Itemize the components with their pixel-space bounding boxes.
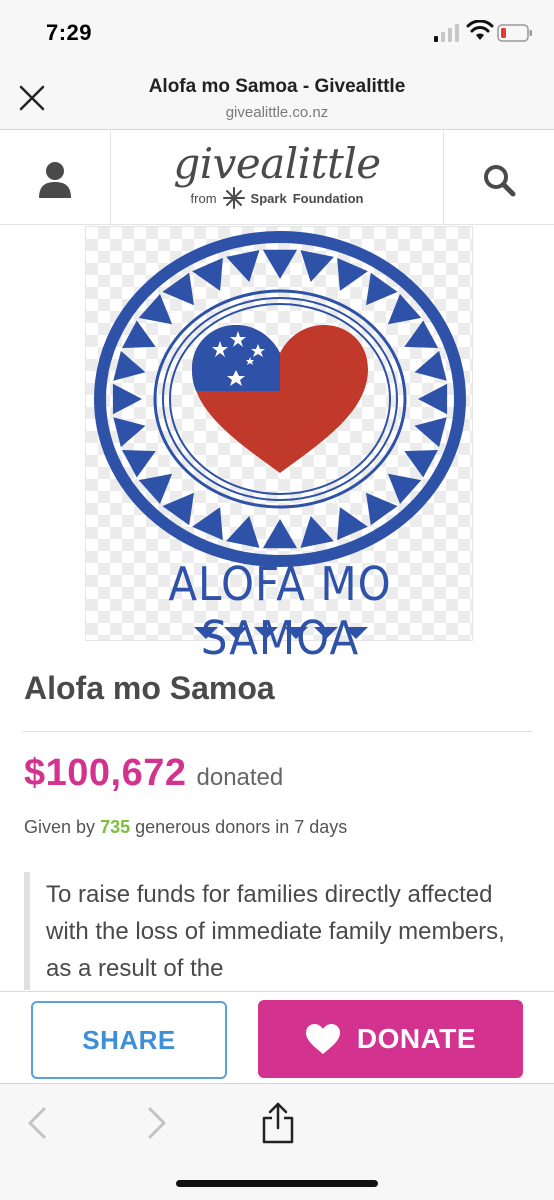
emblem-triangle <box>404 450 438 478</box>
title-divider <box>22 731 532 732</box>
browser-page-title: Alofa mo Samoa - Givealittle <box>148 76 406 97</box>
donated-label: donated <box>196 764 284 791</box>
forward-chevron-icon[interactable] <box>142 1106 170 1140</box>
logo-sponsor: Spark <box>250 190 287 206</box>
donors-summary: Given by 735 generous donors in 7 days <box>24 817 347 838</box>
donors-count: 735 <box>100 817 131 837</box>
emblem-triangle <box>226 250 260 282</box>
search-icon <box>484 165 516 197</box>
emblem-triangle <box>300 516 334 548</box>
user-icon <box>39 162 71 198</box>
browser-header: Alofa mo Samoa - Givealittle givealittle… <box>0 66 554 130</box>
emblem-triangle <box>122 320 156 348</box>
site-header: givealittle from Spark Foundation <box>0 131 554 225</box>
emblem-triangle <box>226 516 260 548</box>
share-label: SHARE <box>82 1024 176 1055</box>
campaign-title: Alofa mo Samoa <box>24 670 275 706</box>
emblem-triangle <box>418 383 448 415</box>
back-chevron-icon[interactable] <box>24 1106 52 1140</box>
emblem-triangle <box>112 383 142 415</box>
account-button[interactable] <box>30 155 80 205</box>
action-bar: SHARE DONATE <box>0 991 554 1083</box>
spark-star-icon <box>222 187 245 209</box>
description-text: To raise funds for families directly aff… <box>46 881 505 982</box>
campaign-image: ALOFA MO SAMOA <box>85 226 473 665</box>
share-sheet-icon[interactable] <box>260 1102 296 1144</box>
logo-from: from <box>190 190 217 206</box>
status-time: 7:29 <box>46 20 93 45</box>
status-bar: 7:29 <box>0 0 554 66</box>
browser-url[interactable]: givealittle.co.nz <box>60 104 494 121</box>
emblem-triangle <box>192 257 223 291</box>
share-button[interactable]: SHARE <box>31 1001 227 1079</box>
logo-wordmark: givealittle <box>173 139 381 188</box>
close-icon <box>19 85 45 111</box>
givealittle-logo[interactable]: givealittle from Spark Foundation <box>150 139 404 219</box>
emblem-triangle <box>122 450 156 478</box>
emblem-triangle <box>404 320 438 348</box>
emblem-triangle <box>113 350 146 381</box>
donate-label: DONATE <box>356 1023 477 1054</box>
wifi-icon <box>466 20 494 40</box>
battery-low-icon <box>497 24 532 42</box>
emblem-triangle <box>337 507 368 541</box>
signal-icon <box>434 24 459 42</box>
header-divider <box>443 131 444 225</box>
emblem-triangle <box>300 250 334 282</box>
logo-sponsor-suffix: Foundation <box>292 190 364 206</box>
emblem-triangle <box>262 519 298 549</box>
close-button[interactable] <box>14 80 50 116</box>
donors-prefix: Given by <box>24 817 96 837</box>
header-divider <box>110 131 111 225</box>
search-button[interactable] <box>474 155 524 205</box>
donate-button[interactable]: DONATE <box>258 1000 523 1078</box>
home-indicator[interactable] <box>176 1180 378 1187</box>
emblem-triangle <box>192 507 223 541</box>
campaign-description: To raise funds for families directly aff… <box>24 872 534 990</box>
emblem-triangle <box>414 350 447 381</box>
donated-amount: $100,672 <box>24 752 187 794</box>
emblem-triangle <box>113 417 146 448</box>
emblem-triangle <box>262 249 298 279</box>
logo-subline: from Spark Foundation <box>150 187 404 209</box>
amount-row: $100,672 donated <box>24 752 283 795</box>
donors-suffix: generous donors in 7 days <box>135 817 348 837</box>
image-caption: ALOFA MO SAMOA <box>168 557 392 665</box>
emblem-triangle <box>414 417 447 448</box>
emblem-triangle <box>337 257 368 291</box>
heart-icon <box>305 1024 340 1054</box>
